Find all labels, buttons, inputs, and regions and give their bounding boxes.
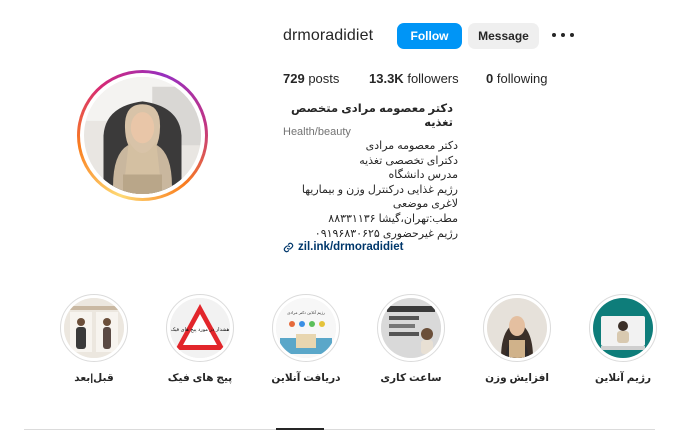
profile-website-link[interactable]: zil.ink/drmoradidiet — [283, 241, 403, 253]
avatar-image — [84, 77, 201, 194]
tabs-divider — [24, 429, 655, 430]
online-card-text: رژیم آنلاین دکتر مرادی — [287, 310, 325, 315]
highlight-label: قبل|بعد — [74, 372, 114, 384]
bio-line: لاغری موضعی — [392, 198, 458, 211]
bio-line: مدرس دانشگاه — [388, 169, 458, 182]
followers-value: 13.3K — [369, 71, 404, 86]
highlight-weight-gain[interactable]: افزایش وزن — [481, 294, 553, 384]
profile-category: Health/beauty — [283, 126, 351, 138]
following-value: 0 — [486, 71, 494, 86]
follow-button[interactable]: Follow — [397, 23, 462, 49]
highlight-thumbnail: هشدار در مورد پیج های فیک — [170, 298, 230, 358]
highlight-label: دریافت آنلاین — [271, 372, 341, 384]
link-text: zil.ink/drmoradidiet — [298, 241, 404, 253]
followers-count[interactable]: 13.3K followers — [369, 71, 459, 86]
highlight-thumbnail: رژیم آنلاین دکتر مرادی — [276, 298, 336, 358]
highlight-online-receive[interactable]: رژیم آنلاین دکتر مرادی دریافت آنلاین — [270, 294, 342, 384]
bio-line: رژیم غیرحضوری ۰۹۱۹۶۸۳۰۶۲۵ — [314, 227, 458, 240]
profile-avatar[interactable] — [77, 70, 208, 201]
highlight-online-diet[interactable]: رژیم آنلاین — [587, 294, 659, 384]
bio-line: دکتر معصومه مرادی — [365, 140, 458, 152]
dot-icon — [561, 33, 565, 37]
dot-icon — [552, 33, 556, 37]
highlight-fake-pages[interactable]: هشدار در مورد پیج های فیک پیج های فیک — [164, 294, 236, 384]
highlight-label: ساعت کاری — [380, 372, 442, 384]
bio-line: رژیم غذایی درکنترل وزن و بیماریها — [301, 183, 458, 196]
warning-sign-text: هشدار در مورد پیج های فیک — [171, 327, 230, 333]
message-button[interactable]: Message — [468, 23, 539, 49]
highlight-thumbnail — [487, 298, 547, 358]
dot-icon — [570, 33, 574, 37]
more-options-icon[interactable] — [552, 26, 574, 44]
profile-bio: دکتر معصومه مرادی دکترای تخصصی تغذیه مدر… — [283, 139, 458, 241]
profile-full-name: دکتر معصومه مرادی متخصص تغذیه — [290, 103, 453, 129]
highlight-label: رژیم آنلاین — [594, 372, 652, 384]
posts-count[interactable]: 729 posts — [283, 71, 339, 86]
followers-label: followers — [407, 71, 459, 86]
highlight-label: پیج های فیک — [167, 372, 233, 384]
avatar-photo — [84, 77, 201, 194]
highlight-thumbnail — [381, 298, 441, 358]
highlight-thumbnail — [593, 298, 653, 358]
bio-line: مطب:تهران،گیشا ۸۸۳۳۱۱۳۶ — [328, 212, 458, 225]
highlight-working-hours[interactable]: ساعت کاری — [375, 294, 447, 384]
posts-value: 729 — [283, 71, 305, 86]
bio-line: دکترای تخصصی تغذیه — [359, 154, 458, 167]
link-icon — [283, 242, 294, 252]
highlight-label: افزایش وزن — [485, 372, 549, 384]
highlight-before-after[interactable]: قبل|بعد — [58, 294, 130, 384]
profile-username: drmoradidiet — [283, 27, 374, 44]
active-tab-indicator — [276, 428, 324, 430]
following-count[interactable]: 0 following — [486, 71, 547, 86]
posts-label: posts — [308, 71, 340, 86]
following-label: following — [496, 71, 548, 86]
highlight-thumbnail — [64, 298, 124, 358]
